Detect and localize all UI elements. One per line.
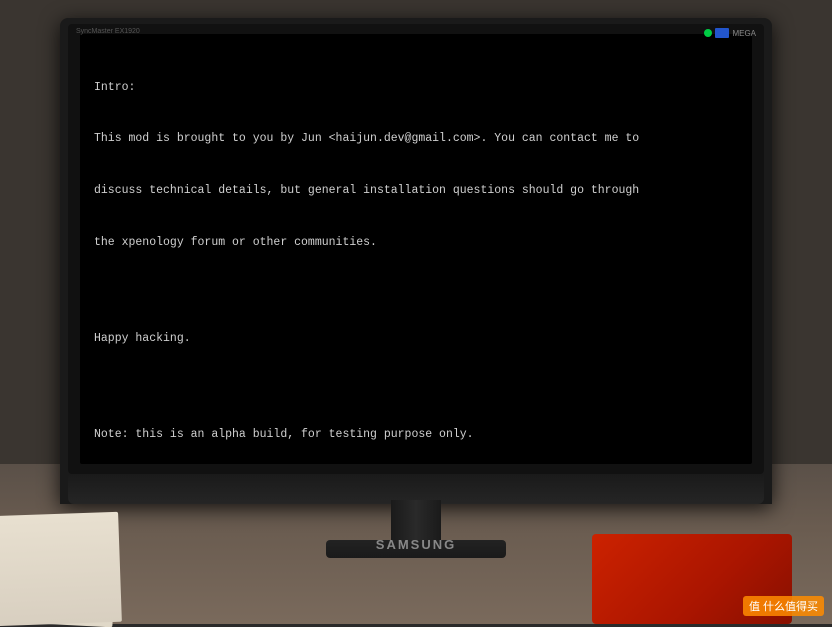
- watermark-icon: 值: [749, 598, 760, 614]
- monitor-screen: Intro: This mod is brought to you by Jun…: [80, 34, 752, 464]
- terminal-line-5: Note: this is an alpha build, for testin…: [94, 426, 738, 443]
- monitor-bezel: Intro: This mod is brought to you by Jun…: [68, 24, 764, 474]
- osd-indicators: MEGA: [704, 28, 756, 38]
- terminal-line-3: the xpenology forum or other communities…: [94, 234, 738, 251]
- terminal-spacer-1: [94, 286, 738, 296]
- terminal-spacer-2: [94, 382, 738, 392]
- terminal-output: Intro: This mod is brought to you by Jun…: [94, 44, 738, 464]
- scene: MEGA SyncMaster EX1920 LED Intro: This m…: [0, 0, 832, 624]
- watermark: 值 什么值得买: [743, 596, 824, 616]
- osd-power-indicator: [704, 29, 712, 37]
- terminal-line-4: Happy hacking.: [94, 330, 738, 347]
- watermark-text: 什么值得买: [763, 598, 818, 614]
- terminal-line-2: discuss technical details, but general i…: [94, 182, 738, 199]
- monitor-brand-label: SAMSUNG: [376, 537, 456, 552]
- osd-mega-label: MEGA: [732, 29, 756, 38]
- osd-blue-button: [715, 28, 729, 38]
- monitor-outer: MEGA SyncMaster EX1920 LED Intro: This m…: [60, 18, 772, 504]
- terminal-line-0: Intro:: [94, 79, 738, 96]
- monitor-model-label: SyncMaster EX1920: [76, 28, 140, 35]
- terminal-line-1: This mod is brought to you by Jun <haiju…: [94, 130, 738, 147]
